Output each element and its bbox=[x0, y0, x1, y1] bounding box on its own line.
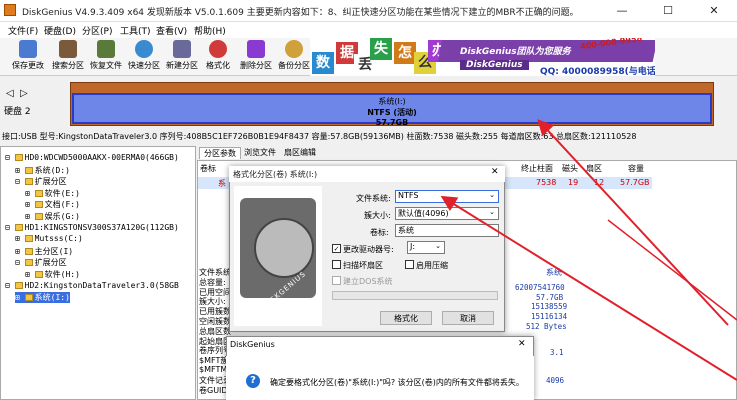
arrow-to-partition bbox=[537, 119, 729, 326]
annotation-arrows bbox=[440, 119, 737, 381]
arrow-to-filesystem bbox=[440, 195, 737, 381]
arrow-line bbox=[607, 219, 737, 321]
